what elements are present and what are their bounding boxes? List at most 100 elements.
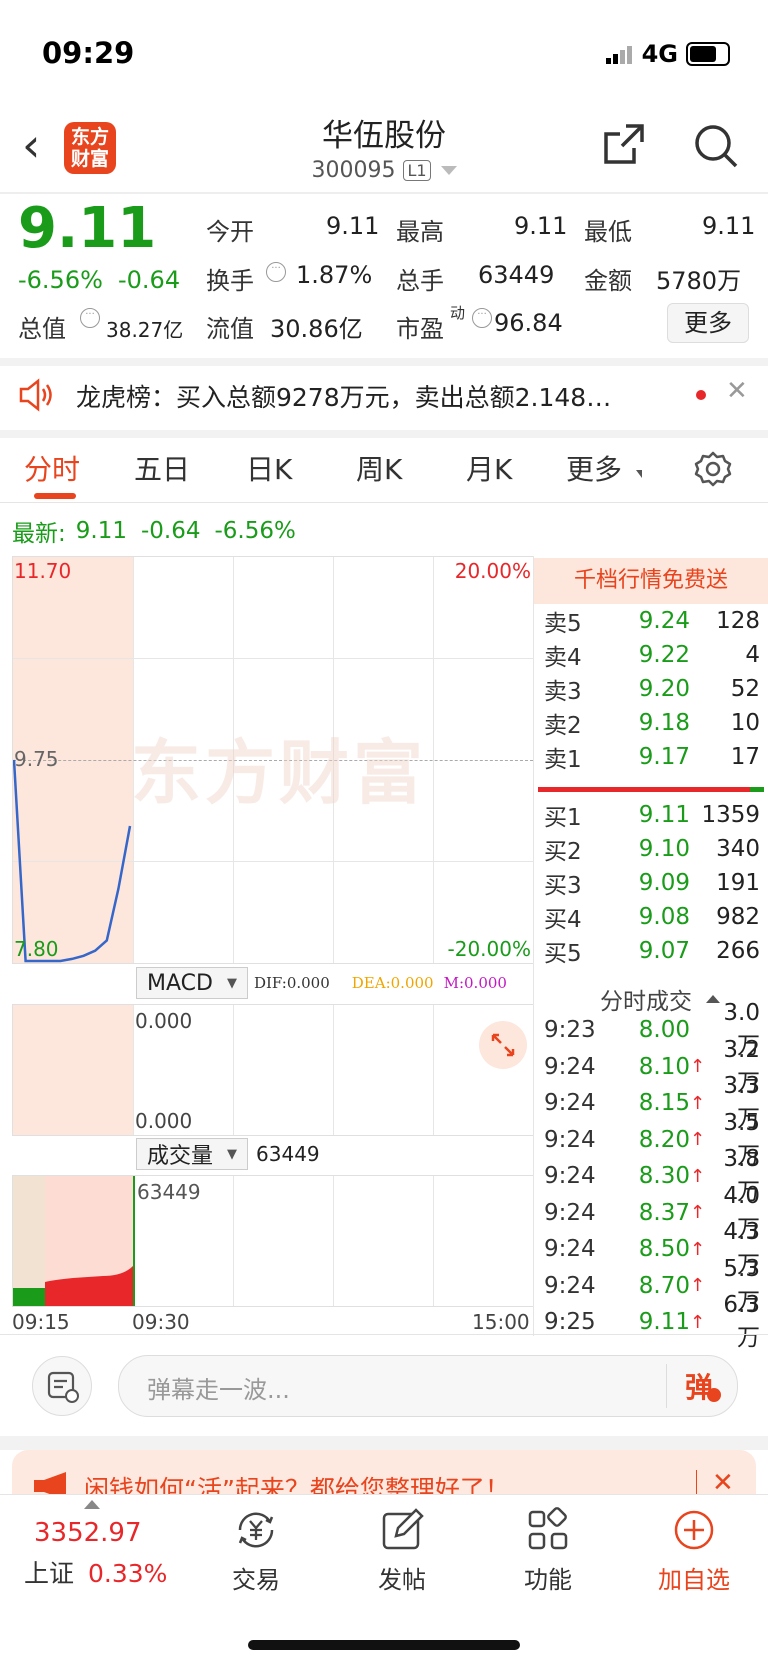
expand-button[interactable] [479,1021,527,1069]
price-chart[interactable]: 东方财富 11.70 9.75 7.80 20.00% -20.00% [12,556,533,964]
up-arrow-icon: ↑ [690,1056,706,1077]
danmu-settings-icon [47,1371,79,1403]
bid-row: 买1 9.11 1359 [544,802,760,831]
trade-price: 8.15 [638,1090,690,1116]
chevron-down-icon [636,470,642,478]
macd-bottom-label: 0.000 [135,1109,193,1133]
ask-row: 卖4 9.22 4 [544,642,760,671]
time-end-label: 15:00 [472,1310,530,1334]
macd-top-label: 0.000 [135,1009,193,1033]
chevron-down-icon [440,166,457,175]
up-arrow-icon: ↑ [690,1238,706,1260]
up-arrow-icon: ↑ [690,1202,706,1223]
tab-active-underline [34,493,76,499]
signal-icon [605,44,634,64]
search-icon[interactable] [692,122,740,170]
tab-more[interactable]: 更多 [566,448,622,488]
trade-time: 9:25 [544,1309,596,1335]
info-icon[interactable]: ··· [472,308,492,328]
nav-add-watchlist-label: 加自选 [658,1566,730,1594]
float-mv-label: 流值 [206,315,254,343]
macd-selector[interactable]: MACD ▼ [136,967,248,999]
info-icon[interactable]: ··· [266,262,286,282]
tab-five-day[interactable]: 五日 [134,448,190,488]
volume-selector[interactable]: 成交量 ▼ [136,1138,249,1170]
tab-month-k[interactable]: 月K [466,448,512,488]
latest-line: 最新: 9.11 -0.64 -6.56% [12,514,296,548]
bid-ask-ratio-bar [538,787,764,792]
check-icon [707,1388,721,1402]
trade-price: 9.11 [638,1309,690,1335]
open-label: 今开 [206,218,254,246]
volume-chart[interactable]: 63449 [12,1175,533,1307]
latest-label: 最新: [12,521,66,547]
index-name: 上证 [24,1559,75,1588]
low-value: 9.11 [702,212,756,240]
change-percent: -6.56% [18,266,103,294]
info-icon[interactable]: ··· [80,308,100,328]
latest-pct: -6.56% [214,518,296,544]
price-line [13,759,132,963]
danmu-input[interactable]: 弹幕走一波... 弹 [118,1355,738,1417]
m-value: M:0.000 [443,974,507,992]
danmu-placeholder: 弹幕走一波... [147,1376,290,1404]
up-arrow-icon: ↑ [690,1275,706,1296]
trade-volume: 6.3万 [723,1292,760,1351]
trade-price: 8.30 [638,1163,690,1189]
up-arrow-icon: ↑ [690,1165,706,1187]
orderbook-banner[interactable]: 千档行情免费送 [534,558,768,604]
trade-price: 8.37 [638,1199,690,1226]
latest-price: 9.11 [75,518,127,544]
dea-value: DEA:0.000 [351,974,434,992]
nav-func-label: 功能 [524,1566,572,1594]
trade-price: 8.50 [638,1236,690,1262]
nav-func[interactable]: 功能 [488,1506,608,1595]
nav-trade-label: 交易 [232,1566,280,1594]
pe-label: 市盈 [396,315,444,343]
tab-week-k[interactable]: 周K [356,448,402,488]
notice-text[interactable]: 龙虎榜：买入总额9278万元，卖出总额2.148… [76,378,611,414]
trade-price: 8.20 [638,1126,690,1153]
notice-dot [696,390,706,400]
speaker-icon [19,378,52,412]
volume-header-value: 63449 [256,1142,320,1166]
trade-time: 9:24 [544,1126,596,1153]
index-value: 3352.97 [34,1518,142,1548]
chevron-up-icon [84,1500,100,1509]
nav-trade[interactable]: 交易 [196,1506,316,1595]
share-icon[interactable] [600,120,648,168]
danmu-toggle-button[interactable] [32,1356,92,1416]
tab-day-k[interactable]: 日K [246,448,292,488]
network-label: 4G [641,40,678,68]
change-amount: -0.64 [118,266,181,294]
volume-label: 成交量 [147,1144,214,1169]
tab-intraday[interactable]: 分时 [24,448,80,488]
more-button[interactable]: 更多 [667,303,749,343]
amount-label: 金额 [584,267,632,295]
turnover-value: 1.87% [296,261,373,289]
trades-header-label: 分时成交 [600,989,692,1015]
level-badge: L1 [403,160,431,181]
stock-code: 300095 [311,158,396,183]
trade-time: 9:24 [544,1090,596,1116]
bid-row: 买4 9.08 982 [544,904,760,933]
up-arrow-icon: ↑ [690,1311,706,1333]
trades-header[interactable]: 分时成交 [600,982,720,1016]
nav-add-watchlist[interactable]: 加自选 [634,1506,754,1595]
expand-icon [491,1033,515,1057]
trade-price: 8.10 [638,1053,690,1080]
trade-price: 8.00 [638,1017,690,1043]
trade-time: 9:24 [544,1199,596,1226]
time-start-label: 09:15 [12,1310,70,1334]
ask-row: 卖2 9.18 10 [544,710,760,739]
current-price: 9.11 [18,196,157,261]
macd-chart[interactable]: 0.000 0.000 [12,1004,533,1136]
macd-header: MACD ▼ DIF:0.000 DEA:0.000 M:0.000 [136,967,507,999]
high-label: 最高 [396,218,444,246]
stock-code-row[interactable]: 300095 L1 [0,158,768,183]
price-top-label: 11.70 [14,559,72,583]
close-icon[interactable]: ✕ [726,376,748,406]
gear-icon[interactable] [694,450,732,488]
nav-post[interactable]: 发帖 [342,1506,462,1595]
trade-time: 9:23 [544,1017,596,1043]
